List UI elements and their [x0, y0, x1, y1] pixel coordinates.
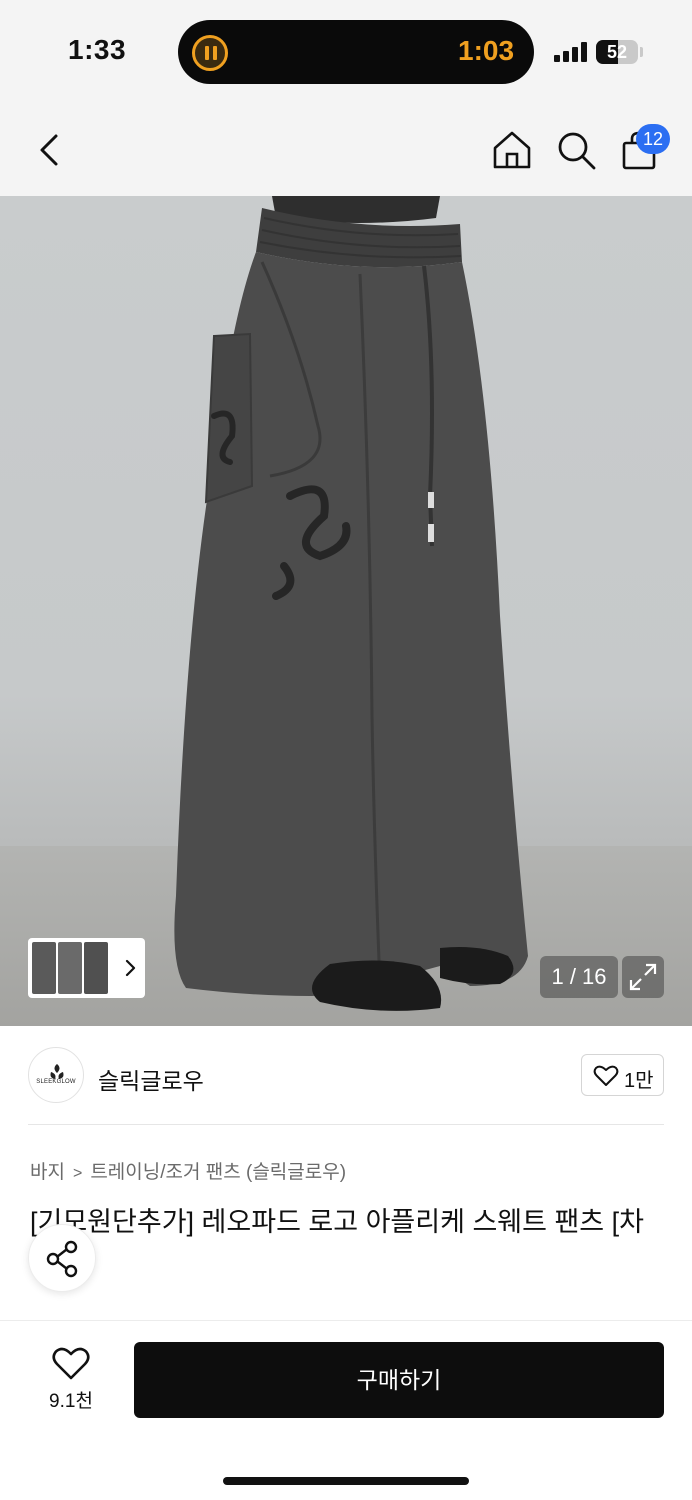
home-icon	[493, 131, 531, 169]
chevron-left-icon	[40, 134, 58, 166]
heart-icon	[52, 1347, 90, 1380]
product-photo-pants	[174, 196, 528, 1011]
cart-count-badge: 12	[636, 124, 670, 154]
breadcrumb-item[interactable]: 트레이닝/조거 팬츠 (슬릭글로우)	[90, 1162, 346, 1183]
thumbnail-strip[interactable]	[28, 938, 145, 998]
battery-icon: 52	[596, 40, 638, 64]
battery-cap	[640, 47, 643, 57]
brand-logo[interactable]: SLEEKGLOW	[28, 1047, 84, 1103]
brand-name[interactable]: 슬릭글로우	[98, 1062, 204, 1096]
wishlist-button[interactable]: 9.1천	[36, 1344, 106, 1414]
divider	[28, 1124, 664, 1125]
brand-logo-mark	[50, 1064, 64, 1079]
battery-percent: 52	[606, 42, 628, 62]
home-indicator[interactable]	[223, 1477, 469, 1485]
island-timer: 1:03	[458, 35, 515, 66]
share-button[interactable]	[28, 1224, 96, 1292]
buy-button[interactable]: 구매하기	[134, 1342, 664, 1418]
image-page-counter: 1 / 16	[540, 956, 618, 998]
app-header	[0, 100, 692, 196]
back-button[interactable]	[30, 128, 70, 172]
search-button[interactable]	[554, 128, 598, 172]
brand-like-count: 1만	[624, 1070, 654, 1092]
home-button[interactable]	[490, 128, 534, 172]
share-icon	[46, 1240, 78, 1278]
product-image[interactable]: 1 / 16	[0, 196, 692, 1026]
breadcrumb: 바지 > 트레이닝/조거 팬츠 (슬릭글로우)	[30, 1157, 346, 1184]
status-time: 1:33	[68, 34, 127, 65]
thumbnail-2[interactable]	[58, 942, 82, 994]
wishlist-count: 9.1천	[49, 1391, 93, 1412]
product-title: [기모원단추가] 레오파드 로고 아플리케 스웨트 팬츠 [차콜]	[30, 1207, 644, 1277]
thumbnail-3[interactable]	[84, 942, 108, 994]
pause-icon	[192, 35, 228, 71]
thumbnail-1[interactable]	[32, 942, 56, 994]
chevron-right-icon	[125, 959, 136, 977]
cellular-signal-icon	[554, 42, 588, 62]
brand-like-button[interactable]: 1만	[581, 1054, 664, 1096]
breadcrumb-separator-icon: >	[72, 1165, 83, 1182]
search-icon	[558, 132, 596, 170]
expand-icon	[629, 963, 657, 991]
breadcrumb-item[interactable]: 바지	[30, 1162, 65, 1183]
heart-icon	[593, 1065, 619, 1086]
brand-logo-text: SLEEKGLOW	[36, 1079, 76, 1085]
status-bar: 1:33 1:03 52	[0, 0, 692, 100]
expand-button[interactable]	[622, 956, 664, 998]
